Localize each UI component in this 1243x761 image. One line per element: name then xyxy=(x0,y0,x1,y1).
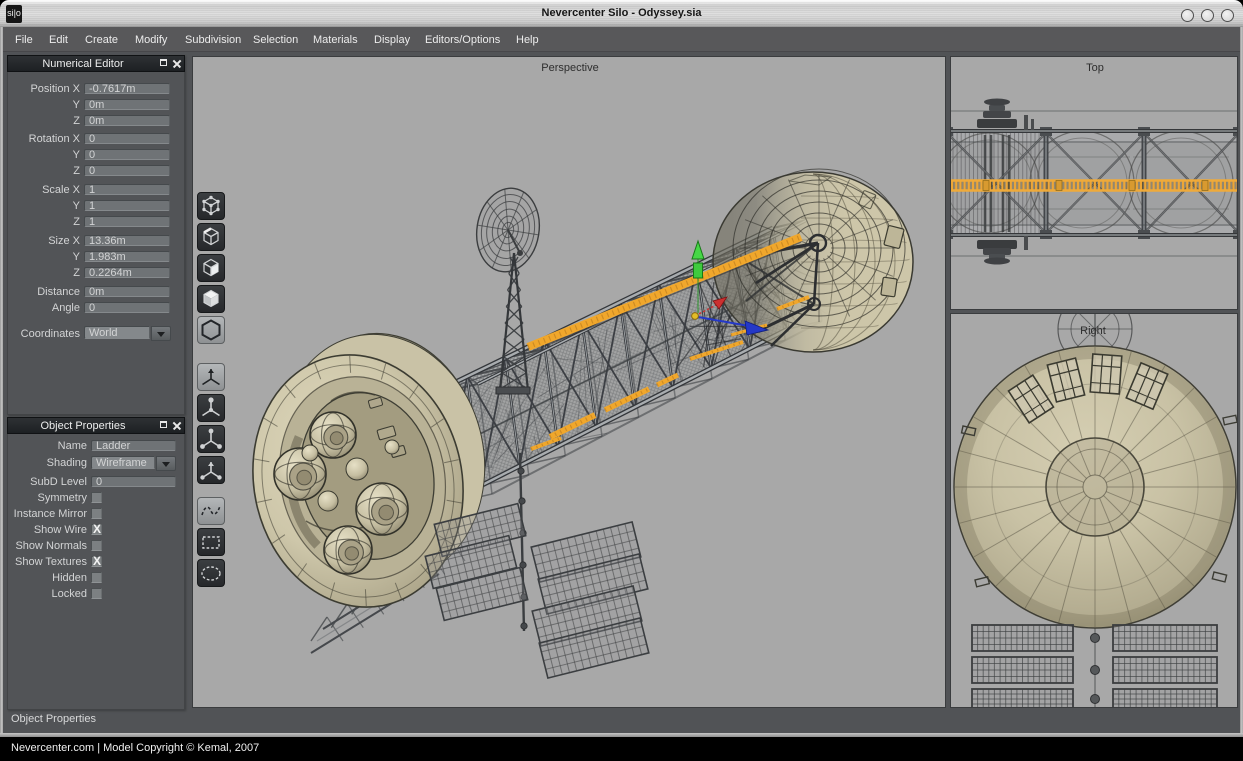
svg-text:Perspective: Perspective xyxy=(541,62,598,74)
svg-text:Top: Top xyxy=(1086,62,1104,74)
svg-text:Right: Right xyxy=(1080,325,1106,337)
